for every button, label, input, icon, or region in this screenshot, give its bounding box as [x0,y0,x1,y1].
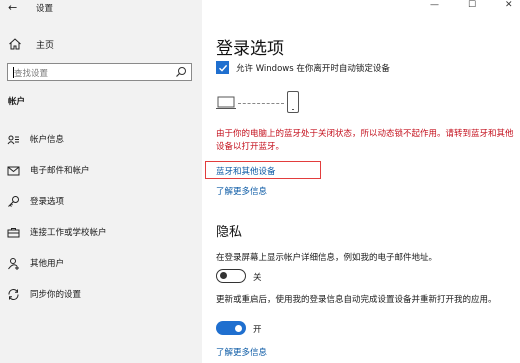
minimize-icon[interactable]: — [430,0,439,10]
sidebar-item-work-school[interactable]: 连接工作或学校帐户 [0,221,202,243]
sidebar-item-label: 同步你的设置 [30,290,82,300]
briefcase-icon [7,227,20,237]
dynamic-lock-label[interactable]: 允许 Windows 在你离开时自动锁定设备 [236,62,390,74]
sidebar: ← 设置 主页 查找设置 帐户 帐户信息 电子邮件和帐户 登录选项 连接工作或学… [0,0,202,363]
auto-finish-setup-text: 更新或重启后，使用我的登录信息自动完成设置设备并重新打开我的应用。 [216,295,497,305]
title-bar: ← 设置 [0,0,202,18]
laptop-icon [216,96,236,109]
search-icon[interactable] [175,66,187,78]
add-user-icon [8,257,19,270]
search-placeholder: 查找设置 [14,69,49,79]
learn-more-link[interactable]: 了解更多信息 [216,185,267,197]
main-content: — ☐ ✕ 登录选项 允许 Windows 在你离开时自动锁定设备 由于你的电脑… [202,0,520,363]
sidebar-item-sync[interactable]: 同步你的设置 [0,283,202,305]
home-label: 主页 [36,40,55,51]
app-title: 设置 [36,4,54,14]
account-info-icon [7,135,19,144]
section-title: 帐户 [8,97,26,107]
sidebar-item-email[interactable]: 电子邮件和帐户 [0,159,202,181]
learn-more-link[interactable]: 了解更多信息 [216,346,267,358]
bluetooth-warning: 由于你的电脑上的蓝牙处于关闭状态，所以动态锁不起作用。请转到蓝牙和其他设备以打开… [216,129,514,152]
account-details-toggle[interactable] [216,269,246,283]
sidebar-item-label: 其他用户 [30,259,65,269]
sync-icon [8,288,19,300]
auto-finish-setup-toggle[interactable] [216,321,246,335]
sidebar-item-account-info[interactable]: 帐户信息 [0,128,202,150]
window-controls: — ☐ ✕ [410,0,520,16]
sidebar-item-label: 连接工作或学校帐户 [30,228,107,238]
search-input[interactable]: 查找设置 [7,63,192,81]
mail-icon [7,166,20,175]
sidebar-item-sign-in-options[interactable]: 登录选项 [0,190,202,212]
toggle-knob [235,324,242,332]
sidebar-item-other-users[interactable]: 其他用户 [0,252,202,274]
connection-dashes [238,103,284,104]
sidebar-item-label: 帐户信息 [30,135,65,145]
maximize-icon[interactable]: ☐ [468,0,476,10]
page-title: 登录选项 [216,39,284,59]
toggle-state-label: 开 [253,325,262,335]
checkmark-icon [219,64,228,72]
home-nav-item[interactable]: 主页 [8,36,54,52]
home-icon [9,38,21,50]
key-icon [8,195,19,207]
close-icon[interactable]: ✕ [505,0,513,10]
sidebar-item-label: 登录选项 [30,197,65,207]
sidebar-item-label: 电子邮件和帐户 [30,166,90,176]
privacy-section-title: 隐私 [216,225,243,240]
toggle-knob [220,272,227,279]
back-arrow-icon[interactable]: ← [8,1,17,15]
phone-icon [287,91,299,113]
bluetooth-devices-link[interactable]: 蓝牙和其他设备 [216,165,276,177]
toggle-state-label: 关 [253,273,262,283]
dynamic-lock-checkbox[interactable] [216,61,229,74]
show-account-details-text: 在登录屏幕上显示帐户详细信息，例如我的电子邮件地址。 [216,253,438,263]
